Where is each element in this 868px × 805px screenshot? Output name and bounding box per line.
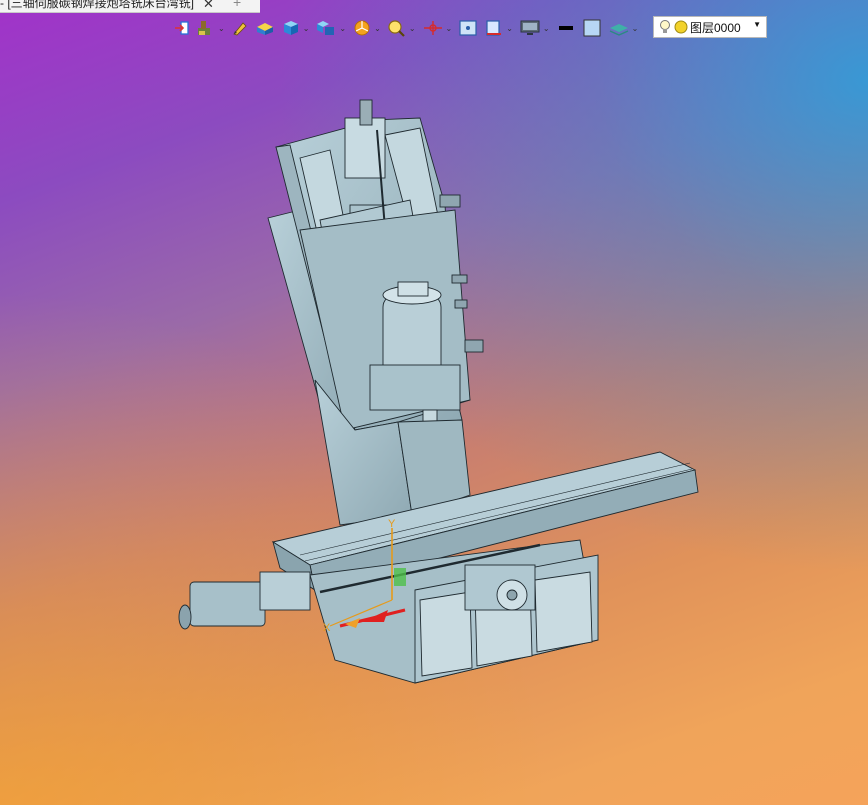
machine-geometry bbox=[178, 99, 699, 684]
machine-3d-model[interactable]: Y X bbox=[0, 0, 868, 805]
x-axis-label: X bbox=[323, 622, 331, 634]
y-axis-label: Y bbox=[388, 518, 396, 530]
